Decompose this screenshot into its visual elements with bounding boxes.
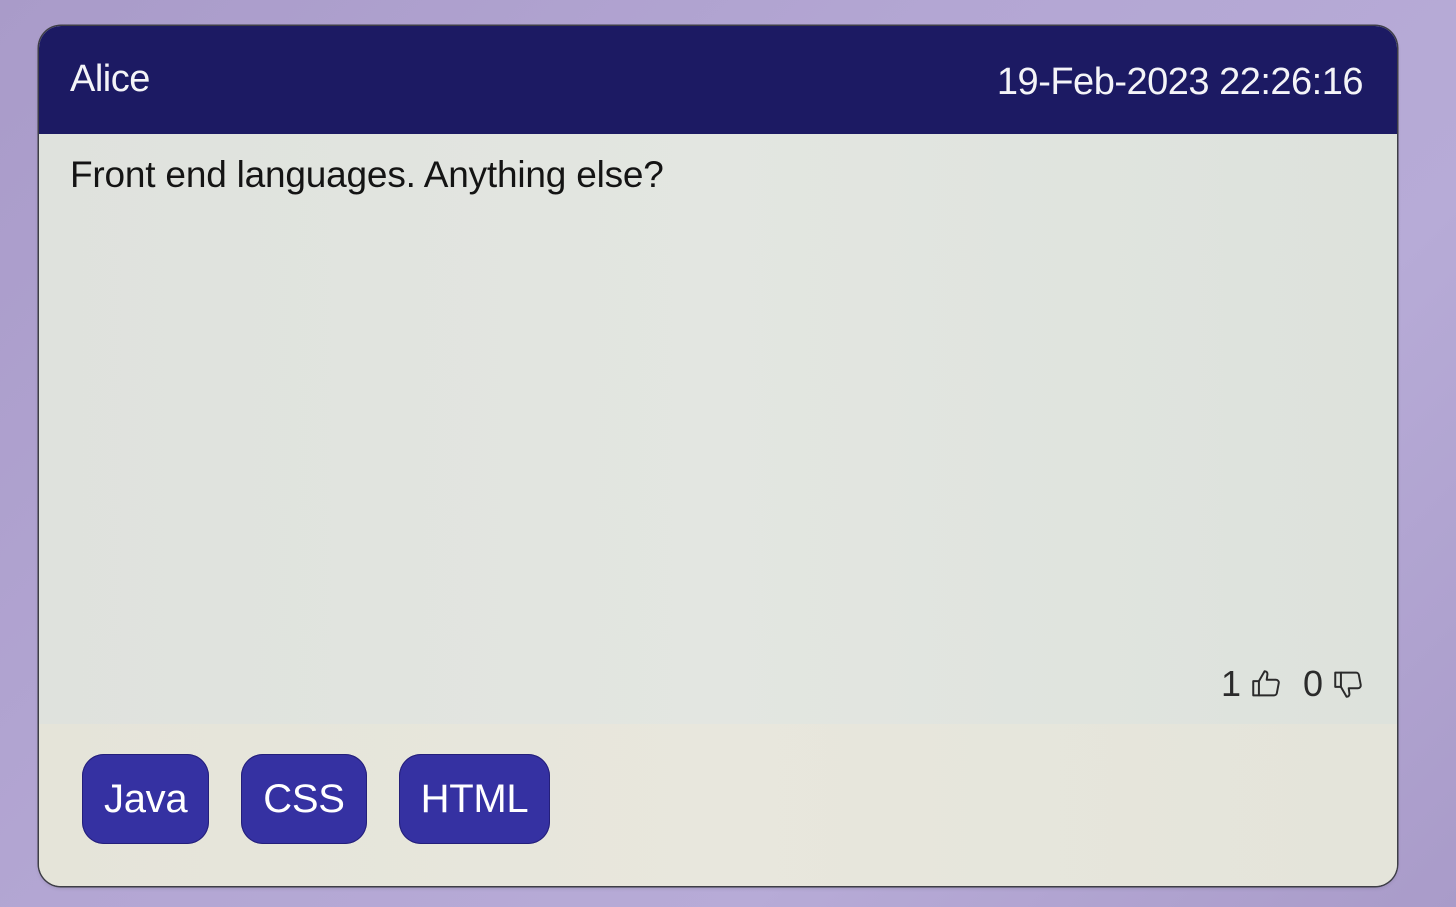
thumbs-down-icon[interactable] — [1331, 667, 1365, 701]
thumbs-up-icon[interactable] — [1249, 667, 1283, 701]
post-author: Alice — [70, 58, 150, 100]
downvote-count: 0 — [1302, 663, 1323, 704]
post-card: Alice 19-Feb-2023 22:26:16 Front end lan… — [39, 26, 1397, 886]
post-timestamp: 19-Feb-2023 22:26:16 — [996, 61, 1364, 103]
tag-list: Java CSS HTML — [82, 754, 551, 844]
tag-css[interactable]: CSS — [241, 754, 367, 844]
tag-html[interactable]: HTML — [398, 754, 551, 844]
upvote-count: 1 — [1220, 663, 1241, 704]
post-body-text: Front end languages. Anything else? — [70, 154, 664, 195]
tag-bar: Java CSS HTML — [39, 724, 1397, 886]
tag-java[interactable]: Java — [82, 754, 210, 844]
post-header: Alice 19-Feb-2023 22:26:16 — [39, 26, 1397, 134]
vote-bar: 1 0 — [1221, 662, 1365, 706]
